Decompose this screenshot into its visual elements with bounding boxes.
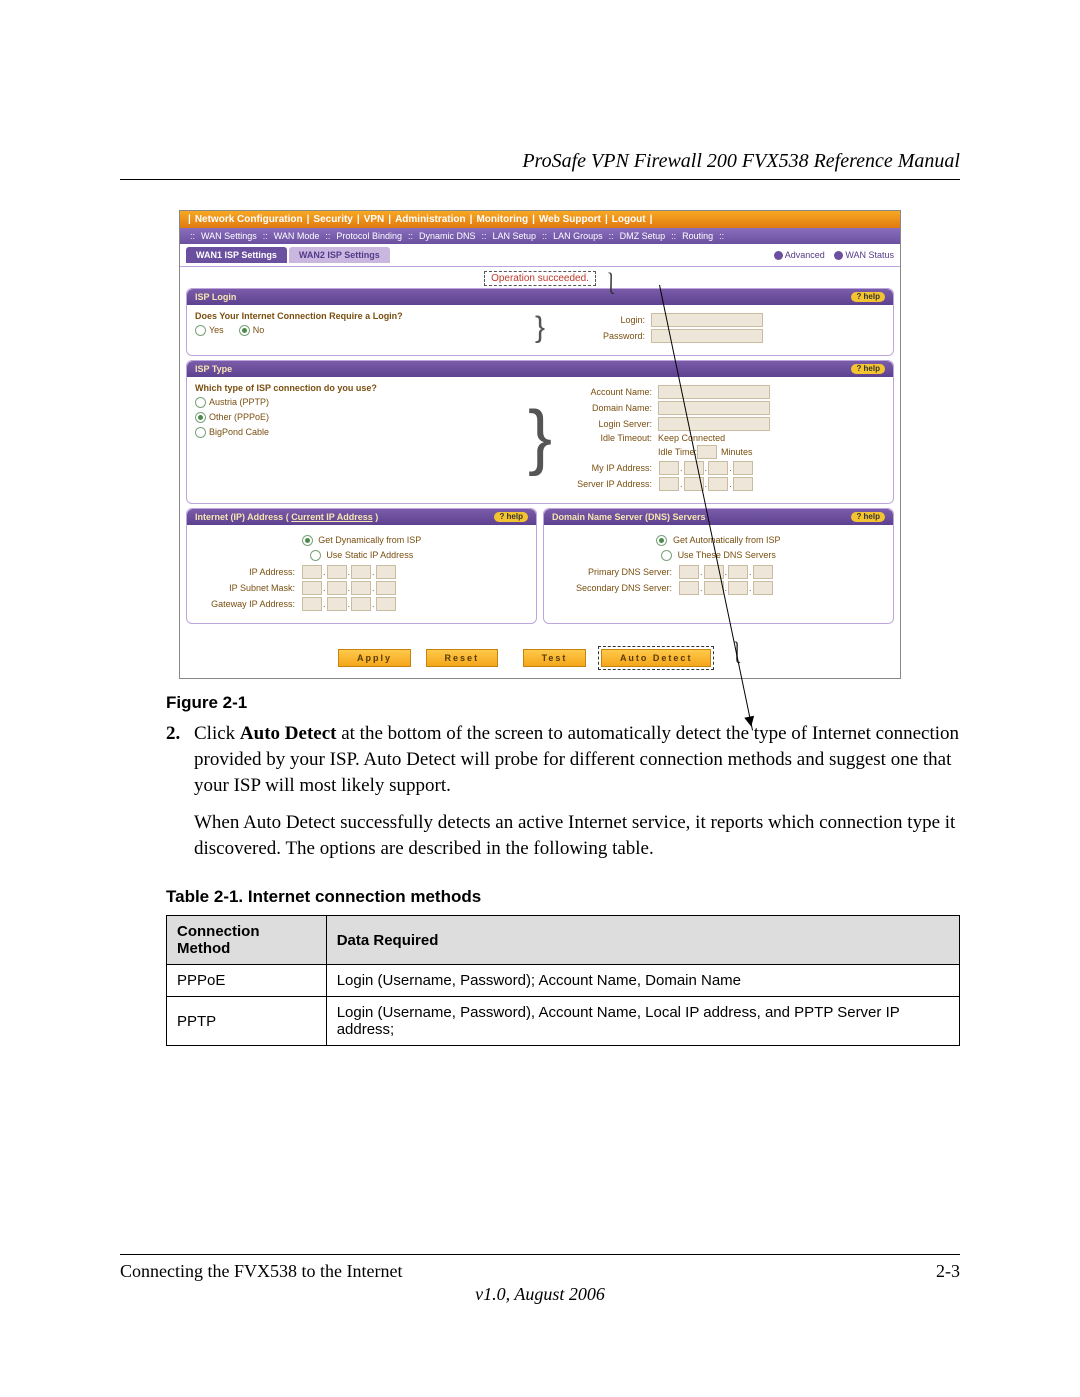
arrow-icon [834,251,843,260]
login-field [651,313,763,327]
auto-detect-button: Auto Detect [601,649,712,667]
page-number: 2-3 [936,1261,960,1282]
screenshot-figure: |Network Configuration|Security|VPN|Admi… [179,210,901,679]
isp-login-title: ISP Login [195,292,236,302]
screenshot-tabrow: WAN1 ISP Settings WAN2 ISP Settings Adva… [180,244,900,267]
tab-wan2: WAN2 ISP Settings [289,247,390,263]
footer-version: v1.0, August 2006 [120,1284,960,1305]
step-2-para: When Auto Detect successfully detects an… [194,810,960,861]
help-badge: ? help [494,512,528,522]
page-header: ProSafe VPN Firewall 200 FVX538 Referenc… [120,150,960,173]
ip-address-panel: Internet (IP) Address ( Current IP Addre… [186,508,537,624]
isp-login-question: Does Your Internet Connection Require a … [195,311,535,321]
radio-icon [239,325,250,336]
table-row: PPTPLogin (Username, Password), Account … [167,997,960,1046]
page-footer: Connecting the FVX538 to the Internet 2-… [120,1254,960,1305]
header-rule [120,179,960,180]
dns-panel: Domain Name Server (DNS) Servers ? help … [543,508,894,624]
apply-button: Apply [338,649,411,667]
screenshot-subnav: ::WAN Settings::WAN Mode::Protocol Bindi… [180,228,900,244]
isp-type-title: ISP Type [195,364,232,374]
status-message: Operation succeeded. [484,271,596,286]
table-header: Data Required [326,916,959,965]
help-badge: ? help [851,364,885,374]
password-field [651,329,763,343]
radio-icon [656,535,667,546]
help-badge: ? help [851,512,885,522]
tab-wan1: WAN1 ISP Settings [186,247,287,263]
help-badge: ? help [851,292,885,302]
connection-methods-table: Connection Method Data Required PPPoELog… [166,915,960,1046]
isp-type-panel: ISP Type ? help Which type of ISP connec… [186,360,894,504]
status-row: Operation succeeded. ⎱ [180,273,900,284]
radio-icon [661,550,672,561]
radio-icon [195,325,206,336]
arrow-icon [774,251,783,260]
reset-button: Reset [426,649,499,667]
radio-icon [302,535,313,546]
footer-section: Connecting the FVX538 to the Internet [120,1261,402,1282]
button-row: Apply Reset Test Auto Detect ⎱ [180,628,900,678]
figure-caption: Figure 2-1 [166,693,960,713]
radio-icon [310,550,321,561]
table-caption: Table 2-1. Internet connection methods [166,887,960,907]
test-button: Test [523,649,587,667]
isp-type-question: Which type of ISP connection do you use? [195,383,528,393]
table-header: Connection Method [167,916,327,965]
radio-icon [195,412,206,423]
step-2: 2. Click Auto Detect at the bottom of th… [166,721,960,798]
table-row: PPPoELogin (Username, Password); Account… [167,965,960,997]
radio-icon [195,427,206,438]
radio-icon [195,397,206,408]
isp-login-panel: ISP Login ? help Does Your Internet Conn… [186,288,894,356]
screenshot-topnav: |Network Configuration|Security|VPN|Admi… [180,211,900,228]
